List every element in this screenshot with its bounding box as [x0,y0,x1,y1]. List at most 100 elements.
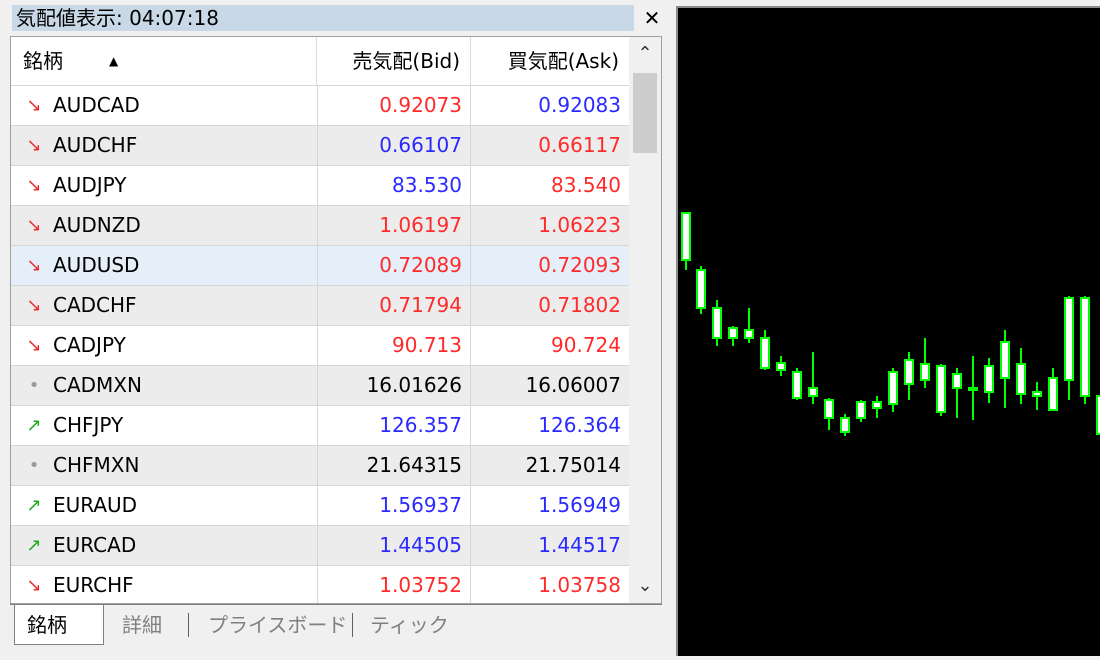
bid-price: 0.66107 [317,126,471,165]
ask-price: 16.06007 [525,373,621,397]
symbol-name: AUDJPY [53,173,127,197]
candlestick [824,398,834,430]
candlestick [1000,330,1010,408]
tab-bar: 銘柄 詳細 プライスボード ティック [10,604,662,651]
symbol-name: CHFMXN [53,453,140,477]
tab-price-board[interactable]: プライスボード [208,605,347,645]
bid-price: 0.72089 [317,246,471,285]
candlestick [904,352,914,400]
market-watch-panel: 気配値表示: 04:07:18 ✕ 銘柄 ▲ 売気配(Bid) 買気配(Ask)… [0,0,670,656]
table-row[interactable]: ↘ CADCHF 0.71794 0.71802 [11,285,629,325]
candle-body [872,401,882,409]
table-row[interactable]: ↘ AUDCHF 0.66107 0.66117 [11,125,629,165]
candle-body [744,329,754,339]
column-header-bid[interactable]: 売気配(Bid) [317,37,471,85]
candle-body [1032,391,1042,397]
symbol-name: EURCAD [53,533,137,557]
tab-separator [352,613,353,637]
symbol-name: CADCHF [53,293,137,317]
arrow-down-icon: ↘ [26,255,42,276]
table-row[interactable]: ↘ AUDUSD 0.72089 0.72093 [11,245,629,285]
candlestick [728,326,738,346]
table-row[interactable]: ↘ EURCHF 1.03752 1.03758 [11,565,629,603]
candlestick [872,396,882,418]
price-chart[interactable] [676,6,1100,656]
candle-body [952,373,962,389]
candle-body [1048,377,1058,411]
symbol-name: CHFJPY [53,413,124,437]
candle-body [1080,297,1090,397]
arrow-down-icon: ↘ [26,175,42,196]
candlestick [888,368,898,412]
chevron-down-icon[interactable]: ⌄ [629,571,661,601]
candlestick [952,368,962,418]
arrow-down-icon: ↘ [26,575,42,596]
candle-body [856,401,866,419]
candlestick [968,356,978,420]
table-row[interactable]: ↗ CHFJPY 126.357 126.364 [11,405,629,445]
candle-body [936,365,946,413]
ask-price: 0.72093 [538,253,621,277]
ask-price: 1.44517 [538,533,621,557]
candle-body [888,371,898,405]
table-row[interactable]: ↗ EURCAD 1.44505 1.44517 [11,525,629,565]
tab-separator [188,613,189,637]
candlestick [1048,368,1058,411]
arrow-down-icon: ↘ [26,95,42,116]
candle-body [824,399,834,419]
symbol-name: CADMXN [53,373,142,397]
table-row[interactable]: • CADMXN 16.01626 16.06007 [11,365,629,405]
bid-price: 1.06197 [317,206,471,245]
candlestick [760,330,770,370]
candlestick [696,266,706,314]
candle-body [968,387,978,391]
close-icon[interactable]: ✕ [640,6,664,30]
candle-body [808,387,818,397]
symbol-table: 銘柄 ▲ 売気配(Bid) 買気配(Ask) ↘ AUDCAD 0.92073 0.9… [10,36,662,604]
ask-price: 1.06223 [538,213,621,237]
scrollbar-thumb[interactable] [633,73,657,153]
candlestick-chart [681,212,1100,436]
arrow-up-icon: ↗ [26,535,42,556]
candle-body [1016,363,1026,395]
vertical-scrollbar[interactable]: ⌃ ⌄ [629,37,661,603]
symbol-name: EURCHF [53,573,134,597]
table-row[interactable]: • CHFMXN 21.64315 21.75014 [11,445,629,485]
ask-price: 90.724 [551,333,621,357]
ask-price: 0.92083 [538,93,621,117]
table-row[interactable]: ↘ CADJPY 90.713 90.724 [11,325,629,365]
bid-price: 83.530 [317,166,471,205]
column-header-symbol-label: 銘柄 [23,49,63,73]
candle-body [760,337,770,369]
ask-price: 126.364 [538,413,621,437]
candlestick [681,212,691,270]
candle-body [840,417,850,433]
table-row[interactable]: ↘ AUDCAD 0.92073 0.92083 [11,85,629,125]
symbol-name: AUDUSD [53,253,140,277]
candle-body [984,365,994,393]
symbol-name: AUDCAD [53,93,140,117]
chevron-up-icon[interactable]: ⌃ [629,39,661,69]
table-header: 銘柄 ▲ 売気配(Bid) 買気配(Ask) [11,37,629,85]
table-row[interactable]: ↗ EURAUD 1.56937 1.56949 [11,485,629,525]
bid-price: 21.64315 [317,446,471,485]
bid-price: 1.56937 [317,486,471,525]
candlestick [1080,296,1090,404]
symbol-name: CADJPY [53,333,126,357]
bid-price: 90.713 [317,326,471,365]
ask-price: 21.75014 [525,453,621,477]
candlestick [856,400,866,422]
candle-body [696,269,706,309]
ask-price: 0.66117 [538,133,621,157]
arrow-down-icon: ↘ [26,335,42,356]
tab-symbols[interactable]: 銘柄 [14,605,104,645]
arrow-down-icon: ↘ [26,135,42,156]
column-header-ask[interactable]: 買気配(Ask) [471,37,629,85]
tab-tick[interactable]: ティック [370,605,449,645]
table-row[interactable]: ↘ AUDNZD 1.06197 1.06223 [11,205,629,245]
table-row[interactable]: ↘ AUDJPY 83.530 83.540 [11,165,629,205]
bid-price: 1.44505 [317,526,471,565]
bid-price: 16.01626 [317,366,471,405]
column-header-symbol[interactable]: 銘柄 ▲ [11,37,317,85]
tab-details[interactable]: 詳細 [122,605,162,645]
